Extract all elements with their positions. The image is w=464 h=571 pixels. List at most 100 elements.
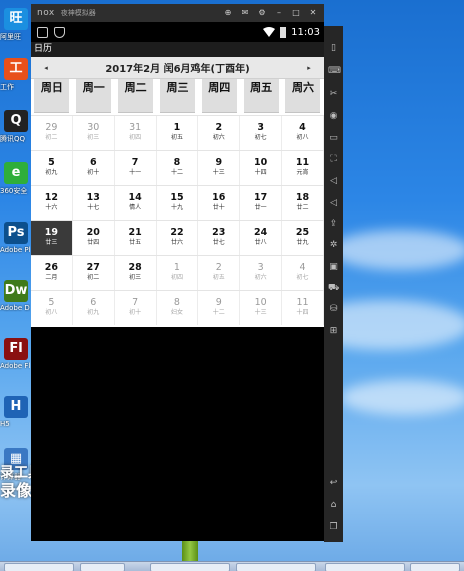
calendar-day-cell[interactable]: 25 廿九 — [282, 221, 324, 255]
calendar-day-cell[interactable]: 9 十三 — [198, 151, 241, 185]
lunar-date: 廿五 — [129, 239, 142, 246]
lunar-date: 十四 — [254, 169, 267, 176]
day-number: 27 — [86, 262, 100, 273]
android-back-icon[interactable]: ↩ — [328, 478, 339, 489]
fullscreen-icon[interactable]: ⛶ — [328, 154, 339, 165]
minimize-icon[interactable]: – — [274, 8, 284, 18]
volume-down-icon[interactable]: ◁ — [328, 198, 339, 209]
taskbar-item[interactable] — [150, 563, 230, 571]
calendar-day-cell[interactable]: 4 初七 — [282, 256, 324, 290]
flash-icon[interactable]: Fl — [4, 338, 28, 360]
calendar-day-cell[interactable]: 1 初四 — [157, 256, 199, 290]
lunar-date: 初九 — [87, 309, 100, 316]
calendar-day-cell[interactable]: 23 廿七 — [198, 221, 241, 255]
location-icon[interactable]: ◉ — [328, 111, 339, 122]
calendar-day-cell[interactable]: 2 初五 — [198, 256, 241, 290]
lunar-date: 初五 — [212, 274, 225, 281]
calendar-day-cell[interactable]: 11 十四 — [282, 291, 324, 325]
day-number: 3 — [257, 122, 264, 133]
android-recents-icon[interactable]: ❐ — [328, 522, 339, 533]
calendar-day-cell[interactable]: 13 十七 — [73, 186, 115, 220]
calendar-day-cell[interactable]: 8 妇女 — [157, 291, 199, 325]
macro-icon[interactable]: ⛟ — [328, 283, 339, 294]
calendar-day-cell[interactable]: 10 十四 — [240, 151, 283, 185]
taskbar-item[interactable] — [410, 563, 460, 571]
day-number: 1 — [173, 122, 181, 133]
taskbar-item[interactable] — [80, 563, 125, 571]
qq-icon[interactable]: Q — [4, 110, 28, 132]
calendar-day-cell[interactable]: 22 廿六 — [157, 221, 199, 255]
calendar-day-cell[interactable]: 17 廿一 — [240, 186, 283, 220]
dreamweaver-icon[interactable]: Dw — [4, 280, 28, 302]
apk-install-icon[interactable]: ⇪ — [328, 219, 339, 230]
mail-icon[interactable]: ✉ — [240, 8, 250, 18]
lunar-date: 廿九 — [296, 239, 309, 246]
record-icon[interactable]: ▣ — [328, 262, 339, 273]
prev-month-icon[interactable]: ◂ — [31, 64, 61, 72]
calendar-day-cell[interactable]: 7 初十 — [115, 291, 157, 325]
aliwangwang-icon[interactable]: 旺 — [4, 8, 28, 30]
calendar-day-cell[interactable]: 16 廿十 — [198, 186, 241, 220]
taskbar-item[interactable] — [236, 563, 316, 571]
pin-icon[interactable]: ⊕ — [223, 8, 233, 18]
calendar-day-cell-today[interactable]: 19 廿三 — [31, 221, 73, 255]
calendar-day-cell[interactable]: 26 二月 — [31, 256, 73, 290]
calendar-day-cell[interactable]: 6 初九 — [73, 291, 115, 325]
scissors-icon[interactable]: ✂ — [328, 89, 339, 100]
calendar-day-cell[interactable]: 8 十二 — [157, 151, 199, 185]
taskbar-item[interactable] — [4, 563, 74, 571]
weekday-saturday: 周六 — [285, 79, 321, 113]
maximize-icon[interactable]: □ — [291, 8, 301, 18]
status-time: 11:03 — [291, 26, 320, 38]
calendar-day-cell[interactable]: 6 初十 — [73, 151, 115, 185]
next-month-icon[interactable]: ▸ — [294, 64, 324, 72]
calendar-day-cell[interactable]: 11 元宵 — [282, 151, 324, 185]
calendar-day-cell[interactable]: 20 廿四 — [73, 221, 115, 255]
calendar-day-cell[interactable]: 15 十九 — [157, 186, 199, 220]
calendar-day-cell[interactable]: 29 初二 — [31, 116, 73, 150]
keyboard-icon[interactable]: ⌨ — [328, 66, 341, 77]
day-number: 11 — [296, 297, 309, 308]
lunar-date: 初七 — [254, 134, 267, 141]
calendar-day-cell[interactable]: 27 初二 — [73, 256, 115, 290]
calendar-day-cell[interactable]: 28 初三 — [115, 256, 157, 290]
calendar-day-cell[interactable]: 7 十一 — [115, 151, 157, 185]
day-number: 9 — [215, 157, 223, 168]
multi-window-icon[interactable]: ▯ — [328, 43, 339, 54]
calendar-day-cell[interactable]: 24 廿八 — [240, 221, 283, 255]
lunar-date: 廿八 — [254, 239, 267, 246]
help-icon[interactable]: H — [4, 396, 28, 418]
calendar-day-cell[interactable]: 9 十二 — [198, 291, 241, 325]
calendar-day-cell[interactable]: 10 十三 — [240, 291, 283, 325]
tool-icon[interactable]: 工 — [4, 58, 28, 80]
calendar-day-cell[interactable]: 2 初六 — [198, 116, 241, 150]
calendar-day-cell[interactable]: 12 十六 — [31, 186, 73, 220]
calendar-day-cell[interactable]: 5 初八 — [31, 291, 73, 325]
shield-360-icon[interactable]: e — [4, 162, 28, 184]
calendar-day-cell[interactable]: 3 初六 — [240, 256, 283, 290]
photoshop-icon[interactable]: Ps — [4, 222, 28, 244]
day-number: 2 — [215, 122, 223, 133]
close-icon[interactable]: ✕ — [308, 8, 318, 18]
day-number: 23 — [212, 227, 226, 238]
lunar-date: 十一 — [129, 169, 142, 176]
taskbar-item[interactable] — [325, 563, 405, 571]
calendar-day-cell[interactable]: 14 情人 — [115, 186, 157, 220]
calendar-day-cell[interactable]: 5 初九 — [31, 151, 73, 185]
calendar-day-cell[interactable]: 1 初五 — [157, 116, 199, 150]
emulator-titlebar[interactable]: nox 夜神模拟器 ⊕ ✉ ⚙ – □ ✕ — [31, 4, 324, 22]
shake-icon[interactable]: ✲ — [328, 240, 339, 251]
desktop-icon-label: 360安全 — [0, 187, 28, 195]
multi-instance-icon[interactable]: ⛁ — [328, 304, 339, 315]
android-home-icon[interactable]: ⌂ — [328, 500, 339, 511]
calendar-day-cell[interactable]: 18 廿二 — [282, 186, 324, 220]
more-icon[interactable]: ⊞ — [328, 326, 339, 337]
calendar-day-cell[interactable]: 3 初七 — [240, 116, 283, 150]
calendar-day-cell[interactable]: 21 廿五 — [115, 221, 157, 255]
settings-icon[interactable]: ⚙ — [257, 8, 267, 18]
calendar-day-cell[interactable]: 4 初八 — [282, 116, 324, 150]
screen-icon[interactable]: ▭ — [328, 133, 339, 144]
calendar-day-cell[interactable]: 30 初三 — [73, 116, 115, 150]
calendar-day-cell[interactable]: 31 初四 — [115, 116, 157, 150]
volume-up-icon[interactable]: ◁ — [328, 176, 339, 187]
